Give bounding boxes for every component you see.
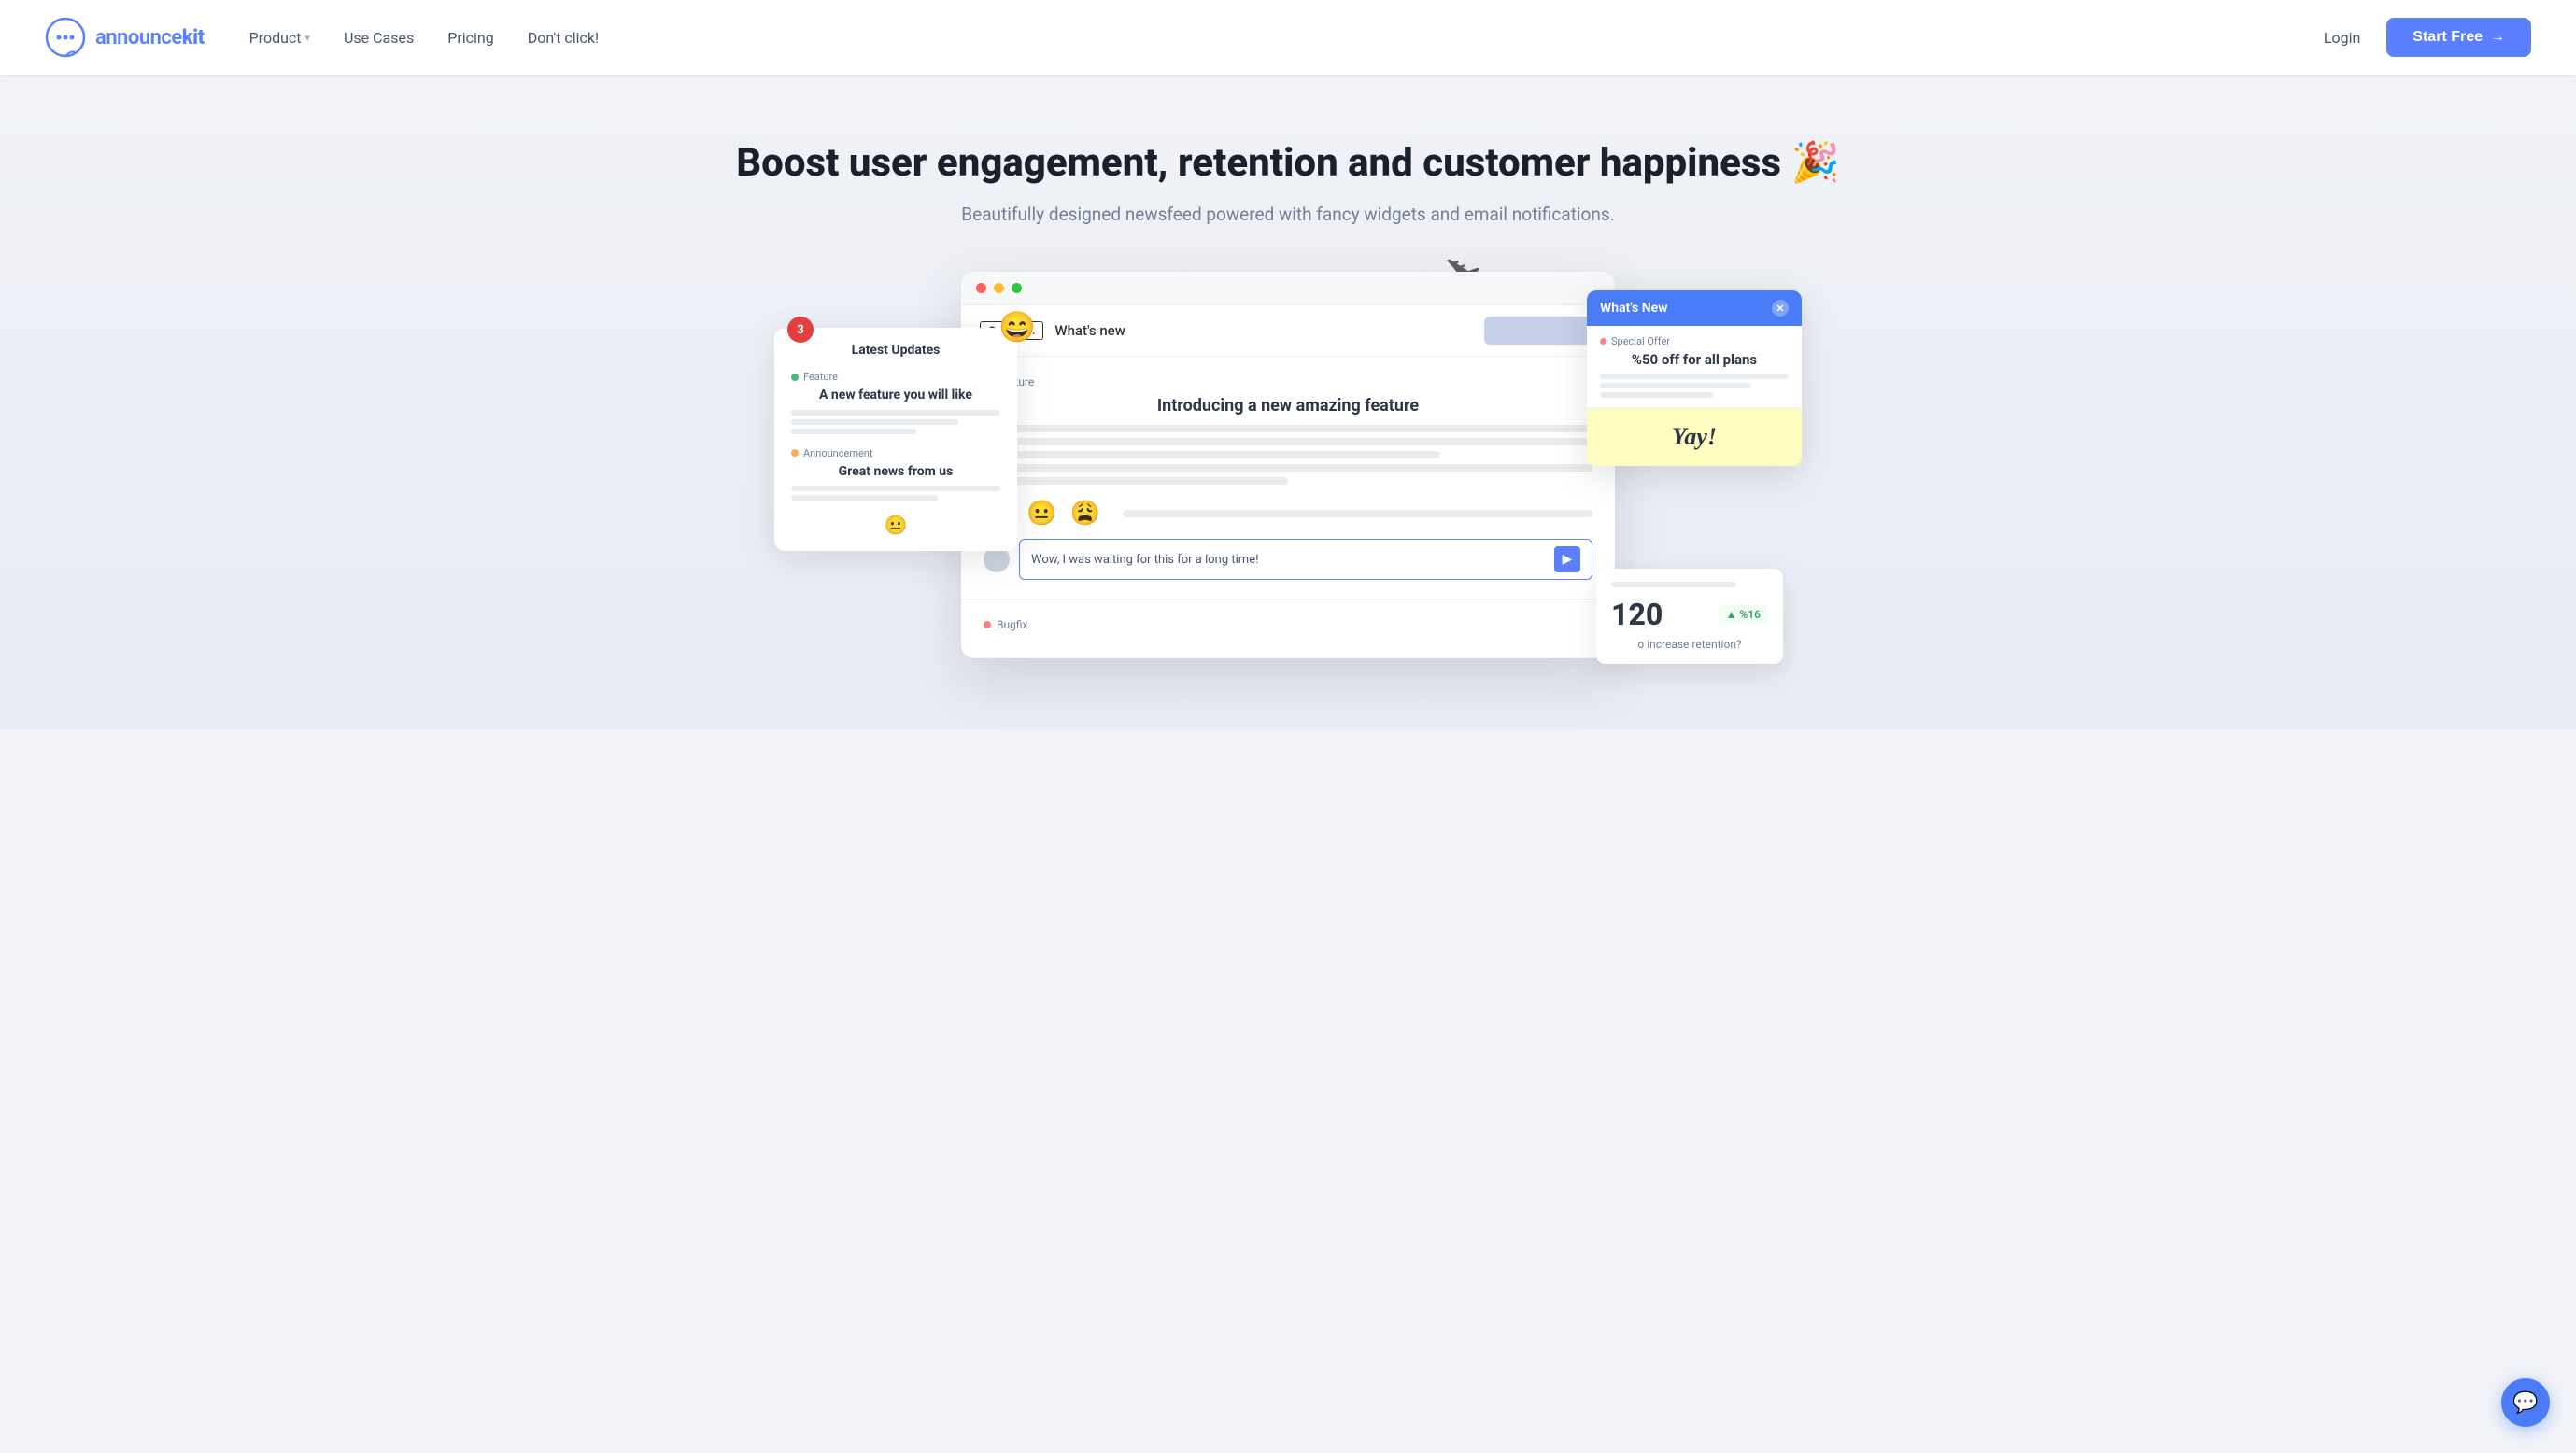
popup-header: What's New ✕ — [1587, 290, 1802, 326]
comment-text: Wow, I was waiting for this for a long t… — [1031, 553, 1258, 567]
notification-badge: 3 — [787, 317, 814, 343]
hero-section: Boost user engagement, retention and cus… — [0, 75, 2576, 729]
sidebar-post-2-tag: Announcement — [791, 447, 1000, 459]
mockup-area: ✈ 3 😄 Latest Updates Feature A new featu… — [774, 272, 1802, 701]
tag-dot-red-icon — [984, 621, 991, 628]
popup-close-button[interactable]: ✕ — [1772, 300, 1789, 317]
nav-right: Login Start Free → — [2324, 18, 2531, 57]
emoji-float: 😄 — [998, 309, 1036, 345]
logo-text: announcekit — [95, 26, 205, 49]
stats-badge: ▲ %16 — [1719, 605, 1768, 624]
browser-post-1: Feature Introducing a new amazing featur… — [961, 357, 1615, 600]
stats-card: 120 ▲ %16 o increase retention? — [1596, 569, 1783, 664]
stats-question: o increase retention? — [1611, 638, 1768, 651]
stats-top-line — [1611, 582, 1736, 587]
logo-icon — [45, 17, 86, 58]
start-free-button[interactable]: Start Free → — [2386, 18, 2531, 57]
sidebar-post-1-title: A new feature you will like — [791, 387, 1000, 403]
popup-offer-item: Special Offer %50 off for all plans — [1587, 326, 1802, 408]
browser-dot-yellow — [994, 283, 1004, 293]
browser-post-2: Bugfix — [961, 600, 1615, 658]
sidebar-post-2-title: Great news from us — [791, 463, 1000, 480]
whats-new-popup: What's New ✕ Special Offer %50 off for a… — [1587, 290, 1802, 466]
browser-content: Great Co. What's new Feature Introducing… — [961, 305, 1615, 658]
sidebar-post-1: Feature A new feature you will like — [791, 371, 1000, 433]
nav-product[interactable]: Product ▾ — [249, 29, 310, 47]
sidebar-title: Latest Updates — [791, 343, 1000, 358]
nav-pricing[interactable]: Pricing — [447, 29, 494, 47]
nav-links: Product ▾ Use Cases Pricing Don't click! — [249, 29, 2324, 47]
stats-number: 120 — [1611, 597, 1663, 632]
browser-dot-green — [1012, 283, 1022, 293]
sidebar-emoji: 😐 — [791, 514, 1000, 536]
send-button[interactable]: ▶ — [1554, 546, 1580, 572]
navbar: announcekit Product ▾ Use Cases Pricing … — [0, 0, 2576, 75]
post-1-tag: Feature — [984, 375, 1592, 388]
sidebar-post-2: Announcement Great news from us — [791, 447, 1000, 501]
popup-offer-title: %50 off for all plans — [1600, 351, 1789, 368]
browser-mockup: Great Co. What's new Feature Introducing… — [961, 272, 1615, 658]
sidebar-post-1-tag: Feature — [791, 371, 1000, 383]
nav-dont-click[interactable]: Don't click! — [528, 29, 599, 47]
browser-whats-new: What's new — [1054, 322, 1125, 339]
arrow-icon: → — [2490, 29, 2505, 46]
post-1-title: Introducing a new amazing feature — [984, 396, 1592, 416]
post-reactions: 😄 😐 😩 — [984, 500, 1592, 528]
browser-cta-button[interactable] — [1484, 317, 1596, 345]
hero-subtitle: Beautifully designed newsfeed powered wi… — [19, 204, 2557, 225]
popup-yay-section: Yay! — [1587, 408, 1802, 466]
browser-topbar: Great Co. What's new — [961, 305, 1615, 357]
stats-row: 120 ▲ %16 — [1611, 597, 1768, 632]
reaction-sad[interactable]: 😩 — [1070, 500, 1100, 528]
sidebar-card: 3 😄 Latest Updates Feature A new feature… — [774, 328, 1017, 550]
comment-input[interactable]: Wow, I was waiting for this for a long t… — [1019, 539, 1592, 580]
login-link[interactable]: Login — [2324, 29, 2360, 47]
product-chevron-icon: ▾ — [305, 32, 311, 44]
post-1-lines — [984, 425, 1592, 485]
hero-title: Boost user engagement, retention and cus… — [19, 140, 2557, 187]
browser-dot-red — [976, 283, 986, 293]
sidebar-post-2-lines — [791, 486, 1000, 501]
nav-use-cases[interactable]: Use Cases — [344, 29, 414, 47]
popup-header-label: What's New — [1600, 301, 1668, 316]
offer-dot-icon — [1600, 338, 1606, 345]
sidebar-post-1-lines — [791, 410, 1000, 434]
browser-bar — [961, 272, 1615, 305]
tag-dot-icon — [791, 374, 799, 381]
chat-widget-button[interactable]: 💬 — [2501, 1378, 2550, 1427]
yay-text: Yay! — [1600, 423, 1789, 451]
post-comment-row: Wow, I was waiting for this for a long t… — [984, 539, 1592, 580]
reaction-neutral[interactable]: 😐 — [1026, 500, 1056, 528]
popup-lines — [1600, 374, 1789, 398]
popup-offer-label: Special Offer — [1600, 335, 1789, 347]
logo[interactable]: announcekit — [45, 17, 205, 58]
tag-dot-icon — [791, 449, 799, 457]
post-2-tag: Bugfix — [984, 618, 1592, 631]
chat-icon: 💬 — [2512, 1391, 2538, 1415]
